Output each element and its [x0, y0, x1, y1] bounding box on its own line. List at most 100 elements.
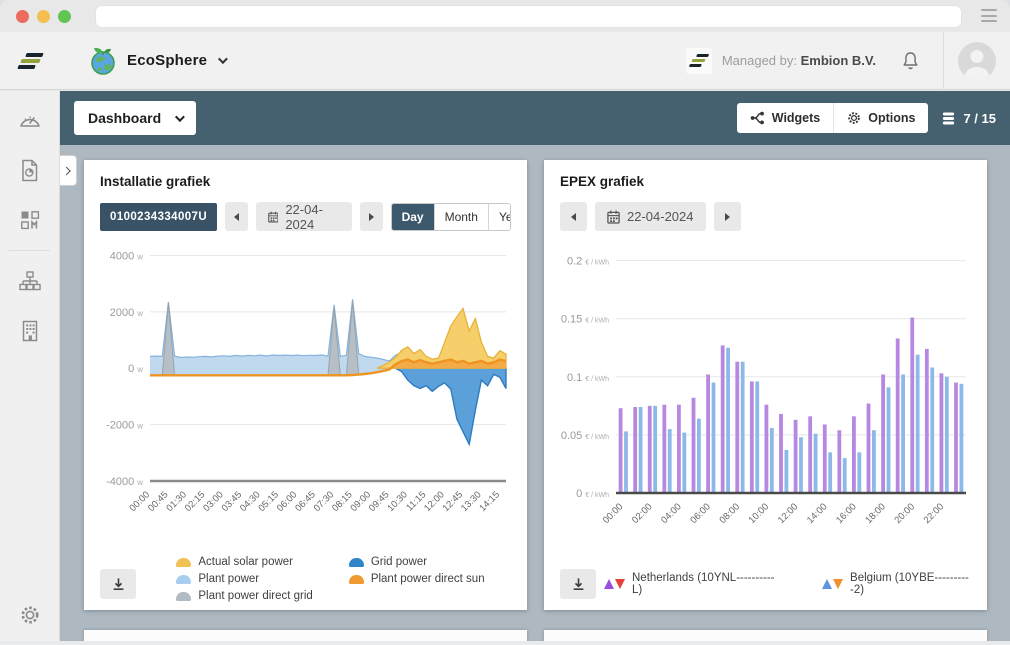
brand-name: EcoSphere	[127, 52, 207, 69]
legend-label: Actual solar power	[198, 556, 293, 568]
svg-text:12:45: 12:45	[441, 489, 466, 514]
tab-year[interactable]: Year	[488, 204, 511, 230]
calendar-icon	[268, 210, 279, 224]
chevron-left-icon	[571, 213, 576, 221]
svg-text:00:45: 00:45	[146, 489, 171, 514]
chevron-right-icon	[369, 213, 374, 221]
svg-text:02:15: 02:15	[183, 489, 208, 514]
dashboard-selector[interactable]: Dashboard	[74, 101, 196, 135]
legend-item[interactable]: Plant power	[176, 573, 312, 585]
dashboard-toolbar: Dashboard Widgets	[60, 91, 1010, 145]
minimize-window-button[interactable]	[37, 10, 50, 23]
svg-text:0€ / kWh: 0€ / kWh	[576, 488, 609, 500]
epex-chart[interactable]: 0.2€ / kWh0.15€ / kWh0.1€ / kWh0.05€ / k…	[560, 235, 971, 540]
svg-text:14:00: 14:00	[805, 501, 830, 526]
sidebar-expand-button[interactable]	[60, 155, 77, 186]
ecosphere-logo-icon	[88, 46, 118, 76]
legend-swatch-icon	[176, 558, 191, 567]
options-button[interactable]: Options	[833, 103, 928, 133]
svg-text:02:00: 02:00	[630, 501, 655, 526]
window-controls	[16, 10, 71, 23]
svg-text:04:30: 04:30	[238, 489, 263, 514]
epex-graph-card: EPEX grafiek	[544, 160, 987, 610]
download-chart-button[interactable]	[560, 569, 596, 599]
widget-counter: 7 / 15	[941, 111, 996, 126]
sidebar-item-sitemap[interactable]	[0, 256, 59, 306]
legend-triangles-icon	[822, 579, 843, 589]
widget-counter-value: 7 / 15	[963, 111, 996, 126]
svg-text:04:00: 04:00	[659, 501, 684, 526]
installation-controls: 0100234334007U	[100, 202, 511, 231]
svg-text:07:30: 07:30	[312, 489, 337, 514]
svg-text:0w: 0w	[128, 363, 143, 375]
previous-date-button[interactable]	[560, 202, 587, 231]
chevron-right-icon	[62, 166, 70, 174]
legend-label: Belgium (10YBE----------2)	[850, 572, 977, 596]
legend-item[interactable]: Plant power direct sun	[349, 573, 485, 585]
notifications-button[interactable]	[900, 50, 921, 72]
legend-item[interactable]: Netherlands (10YNL----------L)	[604, 572, 778, 596]
brand-switcher[interactable]: EcoSphere	[88, 46, 225, 76]
bell-icon	[900, 50, 921, 72]
chevron-right-icon	[725, 213, 730, 221]
previous-date-button[interactable]	[225, 202, 248, 231]
legend-item[interactable]: Belgium (10YBE----------2)	[822, 572, 977, 596]
epex-controls: 22-04-2024	[560, 202, 971, 231]
next-date-button[interactable]	[714, 202, 741, 231]
legend-item[interactable]: Grid power	[349, 556, 485, 568]
card-title: Installatie grafiek	[100, 174, 511, 189]
sidebar	[0, 91, 60, 645]
download-chart-button[interactable]	[100, 569, 136, 599]
toolbar-button-group: Widgets Options	[737, 103, 929, 133]
legend-swatch-icon	[176, 592, 191, 601]
svg-text:0.15€ / kWh: 0.15€ / kWh	[561, 314, 609, 326]
legend-label: Plant power direct sun	[371, 573, 485, 585]
embion-logo[interactable]	[0, 32, 60, 89]
svg-text:2000w: 2000w	[110, 307, 143, 319]
serial-number-badge[interactable]: 0100234334007U	[100, 203, 217, 231]
svg-text:12:00: 12:00	[776, 501, 801, 526]
installation-graph-card: Installatie grafiek 0100234334007U	[84, 160, 527, 610]
card-title: EPEX grafiek	[560, 174, 971, 189]
browser-chrome	[0, 0, 1010, 32]
sidebar-divider	[9, 250, 50, 251]
legend-label: Grid power	[371, 556, 427, 568]
window-bottom-edge	[0, 641, 1010, 645]
legend-label: Plant power direct grid	[198, 590, 312, 602]
sidebar-item-buildings[interactable]	[0, 306, 59, 356]
legend-item[interactable]: Plant power direct grid	[176, 590, 312, 602]
legend-swatch-icon	[349, 558, 364, 567]
maximize-window-button[interactable]	[58, 10, 71, 23]
sidebar-item-widgets[interactable]	[0, 195, 59, 245]
svg-text:06:00: 06:00	[275, 489, 300, 514]
download-icon	[571, 577, 586, 592]
svg-text:03:00: 03:00	[201, 489, 226, 514]
svg-text:01:30: 01:30	[164, 489, 189, 514]
tab-month[interactable]: Month	[434, 204, 488, 230]
sidebar-item-reports[interactable]	[0, 145, 59, 195]
date-picker-button[interactable]: 22-04-2024	[256, 202, 352, 231]
installation-chart[interactable]: 4000w2000w0w-2000w-4000w00:0000:4501:300…	[100, 235, 511, 540]
managed-by-logo	[686, 48, 712, 74]
browser-window: EcoSphere Managed by: Embion B.V.	[0, 0, 1010, 645]
report-document-icon	[20, 159, 39, 182]
sidebar-item-settings[interactable]	[19, 604, 41, 631]
gear-icon	[847, 111, 861, 125]
widgets-button[interactable]: Widgets	[737, 103, 834, 133]
svg-text:05:15: 05:15	[256, 489, 281, 514]
chevron-down-icon	[218, 54, 228, 64]
date-picker-button[interactable]: 22-04-2024	[595, 202, 706, 231]
widgets-grid-icon	[20, 210, 40, 230]
address-bar[interactable]	[95, 5, 962, 28]
user-menu[interactable]	[944, 42, 1010, 80]
svg-text:00:00: 00:00	[128, 489, 153, 514]
legend-item[interactable]: Actual solar power	[176, 556, 312, 568]
dashboard-gauge-icon	[18, 110, 42, 130]
browser-menu-icon[interactable]	[981, 9, 997, 22]
sidebar-item-dashboard[interactable]	[0, 95, 59, 145]
tab-day[interactable]: Day	[392, 204, 434, 230]
close-window-button[interactable]	[16, 10, 29, 23]
svg-text:10:30: 10:30	[385, 489, 410, 514]
legend-label: Netherlands (10YNL----------L)	[632, 572, 778, 596]
next-date-button[interactable]	[360, 202, 383, 231]
